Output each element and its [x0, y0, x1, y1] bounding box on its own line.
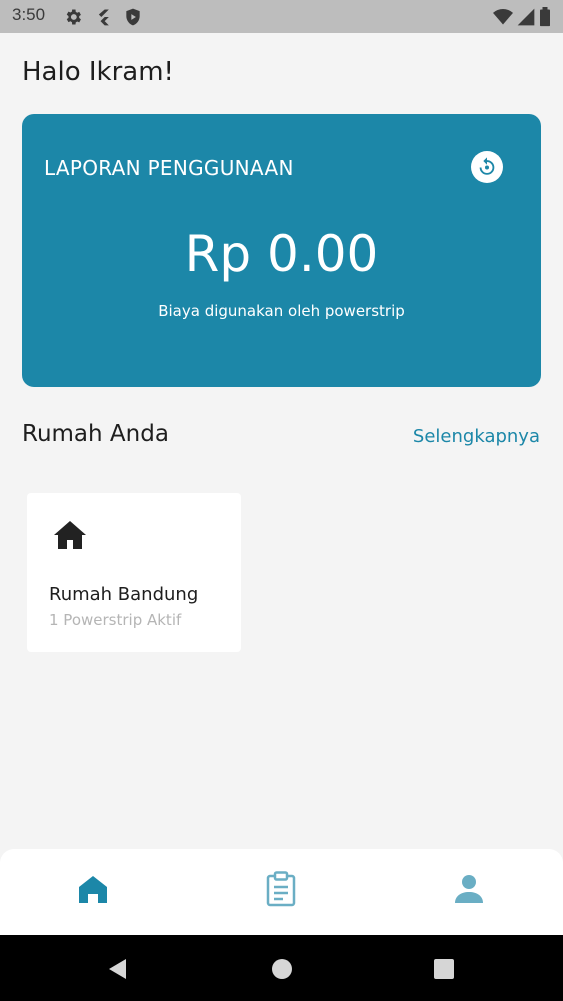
home-card[interactable]: Rumah Bandung 1 Powerstrip Aktif [27, 493, 241, 652]
signal-icon [517, 8, 535, 26]
status-time: 3:50 [12, 5, 46, 24]
refresh-icon [479, 157, 495, 175]
system-navigation-bar [0, 935, 563, 1001]
usage-caption: Biaya digunakan oleh powerstrip [158, 302, 405, 320]
wifi-icon [493, 9, 513, 25]
usage-report-card: LAPORAN PENGGUNAAN Rp 0.00 Biaya digunak… [22, 114, 541, 387]
person-icon [455, 875, 483, 903]
refresh-button[interactable] [471, 151, 503, 183]
usage-amount: Rp 0.00 [184, 225, 379, 283]
nav-profile-button[interactable] [449, 869, 489, 909]
house-icon [54, 521, 86, 549]
homes-section-title: Rumah Anda [22, 421, 169, 447]
usage-report-title: LAPORAN PENGGUNAAN [44, 156, 294, 180]
nav-home-button[interactable] [73, 869, 113, 909]
see-more-link[interactable]: Selengkapnya [413, 426, 540, 447]
bottom-navigation [0, 849, 563, 935]
gear-icon [66, 9, 81, 25]
recents-icon[interactable] [432, 957, 456, 981]
home-name: Rumah Bandung [49, 584, 199, 605]
nav-reports-button[interactable] [261, 869, 301, 909]
home-icon [79, 876, 107, 903]
home-status: 1 Powerstrip Aktif [49, 611, 182, 629]
status-bar: 3:50 [0, 0, 563, 33]
shield-icon [126, 8, 140, 26]
home-circle-icon[interactable] [270, 957, 294, 981]
greeting-title: Halo Ikram! [22, 57, 174, 87]
battery-icon [540, 7, 550, 27]
flutter-icon [98, 9, 109, 26]
clipboard-icon [266, 871, 296, 907]
back-icon[interactable] [106, 957, 130, 981]
